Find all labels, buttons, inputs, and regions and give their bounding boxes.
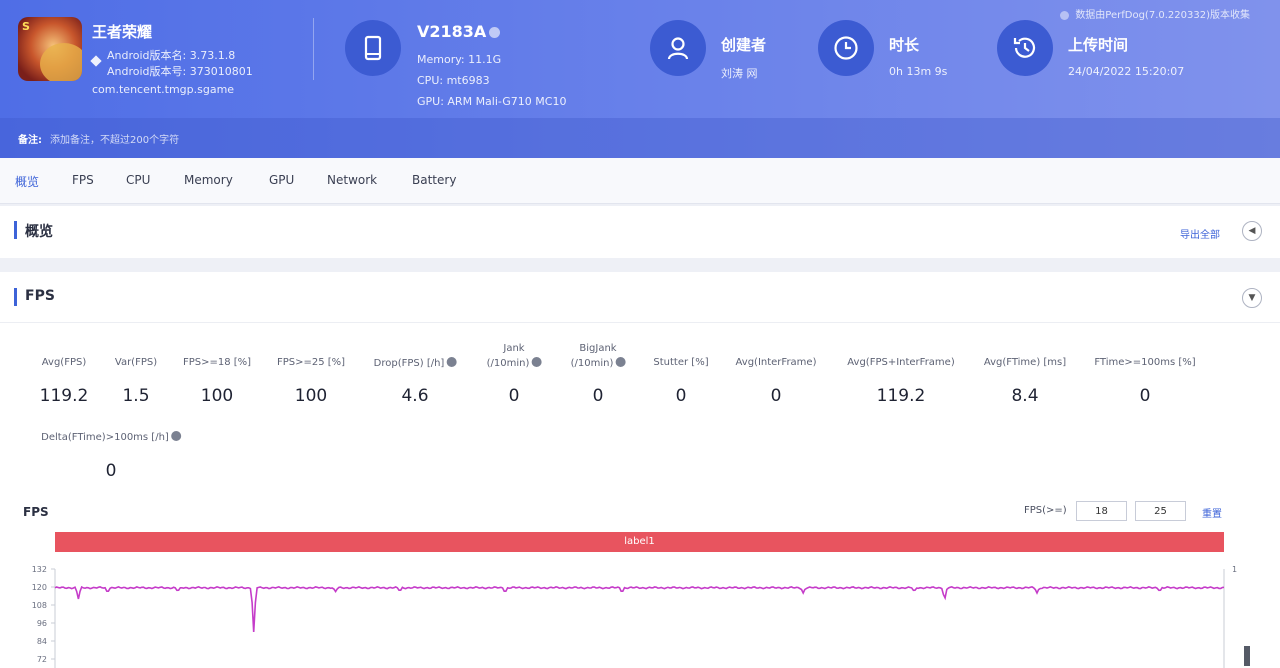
creator-value: 刘涛 网 — [721, 67, 758, 80]
app-version-code: Android版本号: 373010801 — [107, 65, 253, 78]
metric-value: 0 — [1139, 386, 1151, 406]
metric-label: Drop(FPS) [/h] — [374, 357, 457, 369]
metric-label: Avg(InterFrame) — [735, 357, 817, 368]
metric-value: 100 — [294, 386, 328, 406]
reset-link[interactable]: 重置 — [1202, 505, 1222, 520]
metric-value: 119.2 — [876, 386, 926, 406]
threshold-input-2[interactable] — [1135, 501, 1186, 521]
y-tick-label: 108 — [32, 601, 47, 610]
threshold-label: FPS(>=) — [1024, 505, 1067, 516]
info-icon[interactable] — [489, 27, 501, 38]
y-tick-label: 72 — [37, 655, 47, 664]
duration-label: 时长 — [889, 36, 920, 54]
device-cpu: CPU: mt6983 — [417, 74, 490, 87]
metric-label: Stutter [%] — [653, 357, 709, 368]
upload-time-label: 上传时间 — [1068, 36, 1129, 54]
metric-value: 4.6 — [401, 386, 429, 406]
tab-gpu[interactable]: GPU — [269, 173, 294, 187]
metric-value: 100 — [200, 386, 234, 406]
fps-line-chart[interactable]: 132 120 108 96 84 72 1 — [0, 558, 1280, 668]
y2-axis-marker — [1244, 646, 1250, 666]
device-name: V2183A — [417, 22, 501, 41]
user-icon — [650, 20, 706, 76]
metric-value: 0 — [592, 386, 604, 406]
tab-network[interactable]: Network — [327, 173, 377, 187]
caret-down-icon[interactable]: ▼ — [1242, 288, 1262, 308]
label-bar[interactable]: label1 — [55, 532, 1224, 552]
report-header: 数据由PerfDog(7.0.220332)版本收集 S 王者荣耀 Androi… — [0, 0, 1280, 158]
android-icon — [90, 55, 102, 67]
phone-icon — [345, 20, 401, 76]
duration-value: 0h 13m 9s — [889, 65, 948, 78]
app-icon-badge: S — [22, 20, 30, 33]
metric-label: (/10min) — [487, 357, 542, 369]
device-gpu: GPU: ARM Mali-G710 MC10 — [417, 95, 567, 108]
fps-section-title: FPS — [25, 288, 55, 304]
tab-overview[interactable]: 概览 — [15, 173, 39, 190]
help-icon[interactable] — [446, 357, 457, 367]
tab-fps[interactable]: FPS — [72, 173, 94, 187]
metric-label: (/10min) — [571, 357, 626, 369]
info-icon — [1060, 10, 1070, 20]
metric-label: FPS>=25 [%] — [276, 357, 346, 368]
divider — [0, 322, 1280, 323]
metric-label: Avg(FTime) [ms] — [983, 357, 1067, 368]
tab-cpu[interactable]: CPU — [126, 173, 150, 187]
app-package: com.tencent.tmgp.sgame — [92, 83, 235, 96]
fps-series-line — [54, 585, 1225, 633]
note-input[interactable]: 添加备注，不超过200个字符 — [50, 131, 179, 146]
note-label: 备注: — [18, 135, 42, 146]
app-icon: S — [18, 17, 82, 81]
y2-tick-label: 1 — [1232, 565, 1237, 574]
metric-label: Jank — [503, 343, 525, 354]
metric-label: FTime>=100ms [%] — [1094, 357, 1196, 368]
metric-label: Avg(FPS+InterFrame) — [847, 357, 955, 368]
metric-value: 1.5 — [122, 386, 150, 406]
app-name: 王者荣耀 — [92, 23, 153, 41]
section-marker — [14, 288, 17, 306]
overview-title: 概览 — [25, 224, 53, 240]
metric-value: 0 — [508, 386, 520, 406]
creator-label: 创建者 — [721, 36, 767, 54]
metric-value: 119.2 — [39, 386, 89, 406]
chart-title: FPS — [23, 505, 49, 519]
y-tick-label: 120 — [32, 583, 47, 592]
tab-memory[interactable]: Memory — [184, 173, 233, 187]
threshold-input-1[interactable] — [1076, 501, 1127, 521]
source-note: 数据由PerfDog(7.0.220332)版本收集 — [1057, 6, 1250, 21]
help-icon[interactable] — [615, 357, 626, 367]
history-icon — [997, 20, 1053, 76]
caret-left-icon[interactable]: ◀ — [1242, 221, 1262, 241]
tab-battery[interactable]: Battery — [412, 173, 456, 187]
y-tick-label: 84 — [37, 637, 47, 646]
tab-bar: 概览 FPS CPU Memory GPU Network Battery — [0, 158, 1280, 204]
metric-value: 0 — [770, 386, 782, 406]
help-icon[interactable] — [170, 431, 181, 441]
device-memory: Memory: 11.1G — [417, 53, 502, 66]
upload-time-value: 24/04/2022 15:20:07 — [1068, 65, 1185, 78]
metric-label: Var(FPS) — [114, 357, 158, 368]
metric-label: BigJank — [579, 343, 617, 354]
help-icon[interactable] — [531, 357, 542, 367]
metric-value: 0 — [675, 386, 687, 406]
note-bar: 备注: 添加备注，不超过200个字符 — [0, 118, 1280, 158]
y-tick-label: 132 — [32, 565, 47, 574]
metric-label: Delta(FTime)>100ms [/h] — [41, 431, 181, 443]
section-marker — [14, 221, 17, 239]
metric-value: 8.4 — [1011, 386, 1039, 406]
header-divider — [313, 18, 314, 80]
metric-label: Avg(FPS) — [41, 357, 87, 368]
overview-panel — [0, 206, 1280, 258]
app-version-name: Android版本名: 3.73.1.8 — [107, 49, 236, 62]
export-all-link[interactable]: 导出全部 — [1180, 226, 1220, 241]
metric-value: 0 — [105, 461, 117, 481]
clock-icon — [818, 20, 874, 76]
y-tick-label: 96 — [37, 619, 47, 628]
metric-label: FPS>=18 [%] — [182, 357, 252, 368]
